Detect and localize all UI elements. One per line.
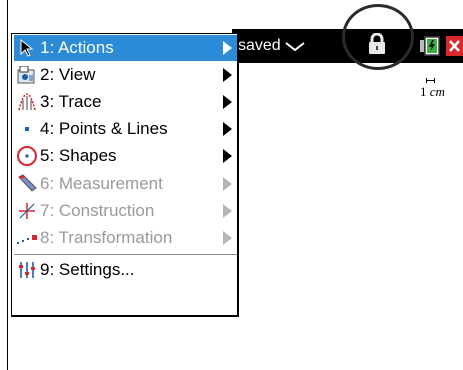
submenu-arrow-icon — [223, 231, 232, 245]
menu-item-points-lines[interactable]: 4: Points & Lines — [14, 116, 237, 142]
menu-item-settings[interactable]: 9: Settings... — [14, 257, 237, 283]
ruler-icon — [16, 173, 38, 195]
view-icon — [16, 64, 38, 86]
menu-item-construction: 7: Construction — [14, 198, 237, 224]
close-icon[interactable] — [446, 36, 463, 56]
menu-item-label: 2: View — [40, 65, 96, 84]
menu-separator — [14, 254, 237, 255]
battery-icon — [420, 36, 440, 56]
menu-item-transformation: 8: Transformation — [14, 225, 237, 251]
menu-item-label: 8: Transformation — [40, 228, 173, 247]
scale-indicator: 1 cm — [418, 74, 463, 104]
menu-item-trace[interactable]: 3: Trace — [14, 89, 237, 115]
menu-item-actions[interactable]: 1: Actions — [14, 35, 237, 61]
lock-icon[interactable] — [367, 33, 387, 55]
scale-unit: cm — [429, 84, 445, 99]
submenu-arrow-icon — [223, 204, 232, 218]
settings-sliders-icon — [16, 259, 38, 281]
menu-item-label: 5: Shapes — [40, 146, 117, 165]
menu-item-shapes[interactable]: 5: Shapes — [14, 143, 237, 169]
menu-item-measurement: 6: Measurement — [14, 171, 237, 197]
chevron-down-icon — [285, 42, 305, 52]
submenu-arrow-icon — [223, 177, 232, 191]
scale-bar — [426, 78, 435, 83]
submenu-arrow-icon — [223, 149, 232, 163]
cursor-arrow-icon — [16, 37, 38, 59]
menu-item-label: 9: Settings... — [40, 260, 135, 279]
submenu-arrow-icon — [223, 68, 232, 82]
menu-item-label: 7: Construction — [40, 201, 155, 220]
menu-item-view[interactable]: 2: View — [14, 62, 237, 88]
document-status[interactable]: saved — [238, 37, 306, 55]
circle-shape-icon — [16, 145, 38, 167]
trace-icon — [16, 91, 38, 113]
scale-value: 1 — [420, 84, 427, 99]
submenu-arrow-icon — [223, 41, 232, 55]
document-status-label: saved — [238, 37, 281, 54]
scale-label: 1 cm — [420, 84, 445, 100]
canvas-left-border — [7, 0, 8, 370]
menu-item-label: 4: Points & Lines — [40, 119, 168, 138]
menu-item-label: 6: Measurement — [40, 174, 163, 193]
geometry-menu: 1: Actions 2: View 3: Trace 4: Points & … — [11, 33, 239, 317]
construction-icon — [16, 200, 38, 222]
point-icon — [16, 118, 38, 140]
menu-item-label: 3: Trace — [40, 92, 102, 111]
submenu-arrow-icon — [223, 122, 232, 136]
submenu-arrow-icon — [223, 95, 232, 109]
transformation-icon — [16, 227, 38, 249]
menu-item-label: 1: Actions — [40, 38, 114, 57]
